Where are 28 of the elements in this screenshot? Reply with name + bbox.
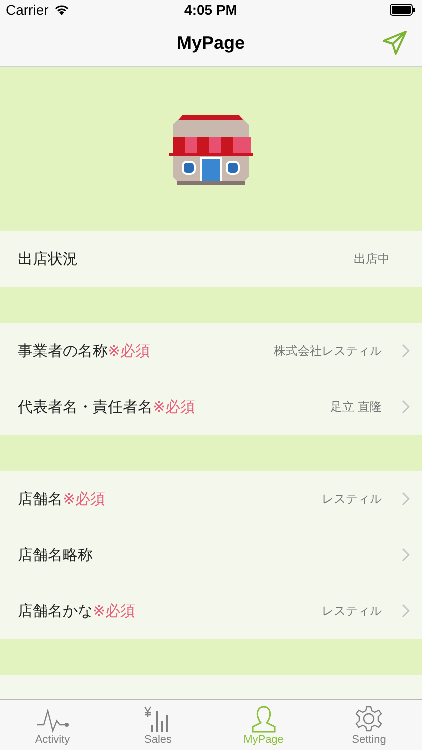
tab-bar-item[interactable]: Sales <box>106 700 211 750</box>
battery-icon <box>390 4 416 16</box>
settings-row[interactable]: 店舗名※必須 レスティル <box>0 471 422 527</box>
paper-plane-icon[interactable] <box>382 30 408 56</box>
row-label: 店舗名かな※必須 <box>18 602 137 620</box>
row-label: 代表者名・責任者名※必須 <box>18 398 197 416</box>
tab-bar-item[interactable]: Setting <box>316 700 422 750</box>
status-time: 4:05 PM <box>184 2 238 18</box>
settings-row[interactable]: 代表者名・責任者名※必須 足立 直隆 <box>0 379 422 435</box>
person-icon <box>250 705 278 733</box>
wifi-icon <box>54 4 70 16</box>
row-label: 店舗名略称 <box>18 546 94 564</box>
carrier-label: Carrier <box>6 2 49 18</box>
row-value: レスティル <box>322 490 382 508</box>
tab-bar-item[interactable]: Activity <box>0 700 106 750</box>
settings-row[interactable]: 店舗名略称 <box>0 527 422 583</box>
settings-row[interactable]: 店舗名かな※必須 レスティル <box>0 583 422 639</box>
row-value: 足立 直隆 <box>330 398 382 416</box>
row-label: 店舗名※必須 <box>18 490 107 508</box>
page-title: MyPage <box>176 32 246 54</box>
settings-icon <box>355 705 384 733</box>
row-value: 出店中 <box>354 250 390 268</box>
row-label: 出店状況 <box>18 250 79 268</box>
settings-row[interactable]: 事業者の名称※必須 株式会社レスティル <box>0 323 422 379</box>
row-label: 事業者の名称※必須 <box>18 342 152 360</box>
row-value: レスティル <box>322 602 382 620</box>
pulse-icon <box>36 707 70 733</box>
row-value: 株式会社レスティル <box>274 342 382 360</box>
